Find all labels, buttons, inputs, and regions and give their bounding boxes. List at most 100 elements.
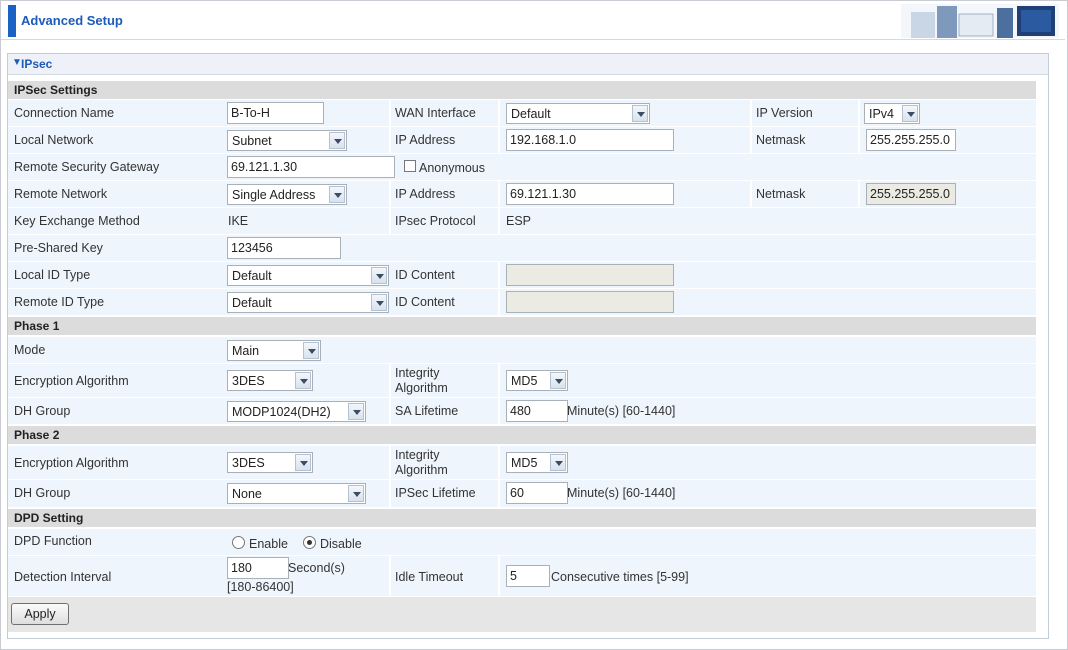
wan-interface-select[interactable]: Default [506,103,650,124]
dpd-enable-radio[interactable] [232,536,245,549]
idle-timeout-label: Idle Timeout [395,570,464,584]
chevron-down-icon [371,267,387,284]
phase1-integrity-select[interactable]: MD5 [506,370,568,391]
header-banner-graphic [901,4,1059,38]
dpd-disable-radio[interactable] [303,536,316,549]
sa-lifetime-label: SA Lifetime [395,404,459,418]
phase2-integrity-label-line1: Integrity [395,448,440,462]
row-local-id-type: Local ID Type Default ID Content [8,262,1036,288]
ipsec-panel-header[interactable]: ▼ IPsec [8,54,1048,75]
phase1-dh-label: DH Group [14,404,71,418]
remote-network-select[interactable]: Single Address [227,184,347,205]
chevron-down-icon [371,294,387,311]
row-phase1-dh-group: DH Group MODP1024(DH2) SA Lifetime Minut… [8,398,1036,424]
phase1-dh-select[interactable]: MODP1024(DH2) [227,401,366,422]
chevron-down-icon [348,403,364,420]
local-netmask-label: Netmask [756,133,806,147]
idle-timeout-unit: Consecutive times [5-99] [551,570,689,584]
local-network-select[interactable]: Subnet [227,130,347,151]
phase2-integrity-label-line2: Algorithm [395,463,448,477]
row-remote-gateway: Remote Security Gateway Anonymous [8,154,1036,180]
ipsec-lifetime-input[interactable] [506,482,568,504]
chevron-down-icon [329,132,345,149]
local-ip-input[interactable] [506,129,674,151]
chevron-down-icon [550,372,566,389]
ipsec-protocol-value: ESP [506,214,532,228]
row-pre-shared-key: Pre-Shared Key [8,235,1036,261]
row-actions: Apply [8,597,1036,632]
detection-interval-unit: Second(s) [288,561,345,575]
phase2-encryption-select[interactable]: 3DES [227,452,313,473]
key-exchange-label: Key Exchange Method [14,214,140,228]
remote-gateway-label: Remote Security Gateway [14,160,160,174]
panel-title: IPsec [21,57,53,71]
local-ip-label: IP Address [395,133,456,147]
remote-id-type-select[interactable]: Default [227,292,389,313]
local-netmask-input[interactable] [866,129,956,151]
remote-gateway-input[interactable] [227,156,395,178]
psk-input[interactable] [227,237,341,259]
phase1-encryption-select[interactable]: 3DES [227,370,313,391]
section-ipsec-settings: IPSec Settings [8,81,1036,99]
ipsec-protocol-label: IPsec Protocol [395,214,476,228]
connection-name-input[interactable] [227,102,324,124]
ip-version-select[interactable]: IPv4 [864,103,920,124]
phase2-encryption-label: Encryption Algorithm [14,456,129,470]
page-title: Advanced Setup [21,13,123,28]
local-id-type-select[interactable]: Default [227,265,389,286]
chevron-down-icon [329,186,345,203]
chevron-down-icon [295,372,311,389]
chevron-down-icon [348,485,364,502]
connection-name-label: Connection Name [14,106,115,120]
row-remote-id-type: Remote ID Type Default ID Content [8,289,1036,315]
local-id-type-label: Local ID Type [14,268,91,282]
phase1-mode-select[interactable]: Main [227,340,321,361]
dpd-enable-label: Enable [249,537,288,551]
dpd-disable-label: Disable [320,537,362,551]
section-phase-2: Phase 2 [8,426,1036,444]
row-local-network: Local Network Subnet IP Address Netmask [8,127,1036,153]
row-phase1-encryption: Encryption Algorithm 3DES Integrity Algo… [8,364,1036,397]
phase1-integrity-label-line2: Algorithm [395,381,448,395]
row-detection-interval: Detection Interval Second(s) [180-86400]… [8,556,1036,596]
remote-ip-label: IP Address [395,187,456,201]
idle-timeout-input[interactable] [506,565,550,587]
anonymous-label: Anonymous [419,161,486,175]
dpd-function-label: DPD Function [14,534,92,548]
psk-label: Pre-Shared Key [14,241,103,255]
row-phase2-encryption: Encryption Algorithm 3DES Integrity Algo… [8,446,1036,479]
chevron-down-icon [550,454,566,471]
row-connection-name: Connection Name WAN Interface Default IP… [8,100,1036,126]
ip-version-label: IP Version [756,106,813,120]
detection-interval-label: Detection Interval [14,570,112,584]
remote-ip-input[interactable] [506,183,674,205]
wan-interface-label: WAN Interface [395,106,476,120]
key-exchange-value: IKE [228,214,249,228]
chevron-down-icon [902,105,918,122]
phase1-encryption-label: Encryption Algorithm [14,374,129,388]
detection-interval-input[interactable] [227,557,289,579]
remote-id-content-label: ID Content [395,295,455,309]
apply-button[interactable]: Apply [11,603,69,625]
remote-id-content-input[interactable] [506,291,674,313]
remote-id-type-label: Remote ID Type [14,295,105,309]
header-accent [8,5,16,37]
local-id-content-input[interactable] [506,264,674,286]
row-key-exchange: Key Exchange Method IKE IPsec Protocol E… [8,208,1036,234]
detection-interval-range: [180-86400] [227,580,294,594]
anonymous-checkbox[interactable] [404,160,416,172]
phase2-integrity-select[interactable]: MD5 [506,452,568,473]
sa-lifetime-input[interactable] [506,400,568,422]
phase2-dh-select[interactable]: None [227,483,366,504]
row-remote-network: Remote Network Single Address IP Address… [8,181,1036,207]
phase1-integrity-label-line1: Integrity [395,366,440,380]
ipsec-lifetime-label: IPSec Lifetime [395,486,476,500]
phase1-mode-label: Mode [14,343,46,357]
phase2-dh-label: DH Group [14,486,71,500]
header-bar: Advanced Setup [1,1,1065,40]
row-phase1-mode: Mode Main [8,337,1036,363]
local-network-label: Local Network [14,133,94,147]
remote-netmask-input[interactable] [866,183,956,205]
chevron-down-icon [295,454,311,471]
sa-lifetime-unit: Minute(s) [60-1440] [567,404,676,418]
